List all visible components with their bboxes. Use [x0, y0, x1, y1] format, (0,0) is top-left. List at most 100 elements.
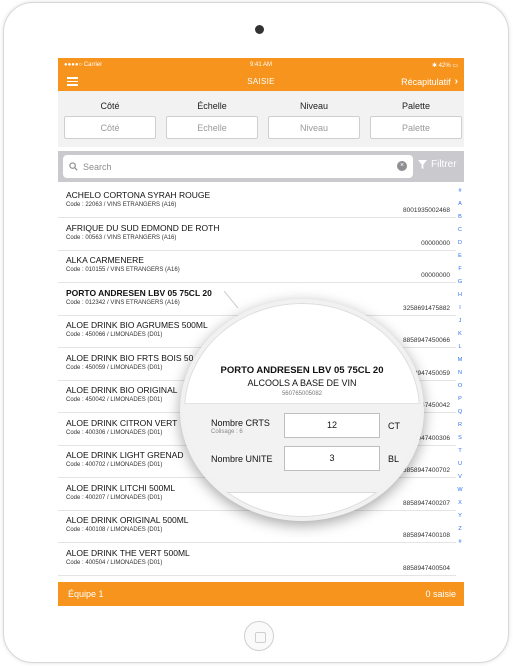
- product-code: Code : 450042 / LIMONADES (D01): [66, 397, 163, 403]
- unite-input[interactable]: 3: [284, 446, 380, 471]
- index-letter[interactable]: F: [456, 266, 464, 279]
- quantity-panel: PORTO ANDRESEN LBV 05 75CL 20 ALCOOLS A …: [184, 303, 420, 517]
- entry-count: 0 saisie: [425, 589, 456, 599]
- index-letter[interactable]: M: [456, 357, 464, 370]
- filter-cote: Côté Côté: [64, 91, 156, 139]
- product-code: Code : 012342 / VINS ETRANGERS (A16): [66, 299, 180, 306]
- crts-unit: CT: [388, 421, 400, 431]
- chevron-right-icon: ›: [454, 76, 458, 87]
- team-label[interactable]: Équipe 1: [68, 589, 104, 599]
- search-input[interactable]: Search ×: [63, 155, 413, 178]
- bluetooth-icon: ✱: [431, 63, 437, 69]
- filter-niveau: Niveau Niveau: [268, 91, 360, 139]
- index-letter[interactable]: O: [456, 383, 464, 396]
- home-button[interactable]: [244, 621, 274, 651]
- filter-echelle: Échelle Echelle: [166, 91, 258, 139]
- index-letter[interactable]: V: [456, 474, 464, 487]
- echelle-input[interactable]: Echelle: [166, 116, 258, 139]
- crts-input[interactable]: 12: [284, 413, 380, 438]
- index-letter[interactable]: X: [456, 500, 464, 513]
- product-code: Code : 400306 / LIMONADES (D01): [66, 429, 163, 436]
- index-letter[interactable]: G: [456, 279, 464, 292]
- index-letter[interactable]: Q: [456, 409, 464, 422]
- product-code: Code : 22063 / VINS ETRANGERS (A16): [66, 202, 177, 208]
- index-letter[interactable]: W: [456, 487, 464, 500]
- palette-input[interactable]: Palette: [370, 116, 462, 139]
- bottom-bar: Équipe 1 0 saisie: [58, 582, 464, 606]
- list-item[interactable]: ALOE DRINK THE VERT 500ML Code : 400504 /…: [58, 543, 456, 576]
- filter-button[interactable]: Filtrer: [418, 159, 457, 170]
- index-letter[interactable]: Y: [456, 513, 464, 526]
- cote-input[interactable]: Côté: [64, 116, 156, 139]
- filter-palette: Palette Palette: [370, 91, 462, 139]
- index-letter[interactable]: U: [456, 461, 464, 474]
- funnel-icon: [418, 160, 427, 169]
- status-time: 9:41 AM: [249, 62, 272, 68]
- index-letter[interactable]: P: [456, 396, 464, 409]
- product-code: Code : 400702 / LIMONADES (D01): [66, 462, 163, 468]
- list-item[interactable]: ACHELO CORTONA SYRAH ROUGE Code : 22063 /…: [58, 185, 456, 218]
- product-name: ALOE DRINK THE VERT 500ML: [66, 547, 190, 558]
- index-letter[interactable]: #: [456, 539, 464, 552]
- product-name: PORTO ANDRESEN LBV 05 75CL 20: [66, 287, 212, 298]
- index-letter[interactable]: R: [456, 422, 464, 435]
- index-letter[interactable]: E: [456, 253, 464, 266]
- product-code: Code : 010155 / VINS ETRANGERS (A16): [66, 267, 180, 273]
- index-letter[interactable]: I: [456, 305, 464, 318]
- index-letter[interactable]: K: [456, 331, 464, 344]
- battery-status: ✱ 42% ▭: [431, 63, 458, 69]
- product-name: ACHELO CORTONA SYRAH ROUGE: [66, 190, 211, 200]
- battery-icon: ▭: [452, 63, 458, 69]
- index-letter[interactable]: D: [456, 240, 464, 253]
- index-letter[interactable]: T: [456, 448, 464, 461]
- product-ean: 8858947400108: [403, 532, 450, 539]
- product-name: ALOE DRINK BIO FRTS BOIS 50: [66, 352, 194, 363]
- filter-label: Niveau: [299, 101, 328, 111]
- alphabet-index[interactable]: # A B C D E F G H I J K L M N O P Q R S T U V W X Y Z #: [456, 188, 464, 578]
- filter-label: Côté: [100, 101, 120, 111]
- product-name: ALOE DRINK BIO ORIGINAL: [66, 385, 178, 395]
- product-ean: 8001935002468: [403, 207, 450, 214]
- product-name: ALOE DRINK LITCHI 500ML: [66, 482, 176, 493]
- product-ean: 8858947400504: [403, 564, 450, 572]
- colisage-label: Colisage : 6: [211, 429, 243, 435]
- index-letter[interactable]: C: [456, 227, 464, 240]
- magnifier-detail: PORTO ANDRESEN LBV 05 75CL 20 ALCOOLS A …: [180, 299, 424, 521]
- unite-label: Nombre UNITE: [211, 454, 273, 464]
- product-name: ALKA CARMENERE: [66, 255, 144, 265]
- index-letter[interactable]: L: [456, 344, 464, 357]
- index-letter[interactable]: B: [456, 214, 464, 227]
- product-code: Code : 400504 / LIMONADES (D01): [66, 559, 163, 566]
- index-letter[interactable]: J: [456, 318, 464, 331]
- camera-icon: [255, 25, 264, 34]
- search-bar: Search × Filtrer: [58, 151, 464, 182]
- niveau-input[interactable]: Niveau: [268, 116, 360, 139]
- clear-icon[interactable]: ×: [397, 161, 407, 171]
- detail-ean: 560765005082: [281, 391, 323, 397]
- product-code: Code : 450059 / LIMONADES (D01): [66, 364, 163, 371]
- index-letter[interactable]: H: [456, 292, 464, 305]
- product-code: Code : 00563 / VINS ETRANGERS (A16): [66, 234, 177, 241]
- product-name: ALOE DRINK CITRON VERT: [66, 417, 178, 428]
- product-name: AFRIQUE DU SUD EDMOND DE ROTH: [66, 222, 220, 233]
- filter-label: Échelle: [197, 101, 227, 111]
- detail-title: PORTO ANDRESEN LBV 05 75CL 20: [220, 365, 384, 376]
- crts-label: Nombre CRTS: [211, 418, 270, 428]
- recap-button[interactable]: Récapitulatif ›: [401, 76, 458, 87]
- product-code: Code : 450066 / LIMONADES (D01): [66, 332, 163, 338]
- index-letter[interactable]: A: [456, 201, 464, 214]
- product-name: ALOE DRINK LIGHT GRENAD: [66, 450, 184, 460]
- product-ean: 00000000: [421, 239, 450, 247]
- list-item[interactable]: ALKA CARMENERE Code : 010155 / VINS ETRAN…: [58, 250, 456, 283]
- index-letter[interactable]: #: [456, 188, 464, 201]
- index-letter[interactable]: N: [456, 370, 464, 383]
- unite-unit: BL: [388, 454, 400, 464]
- index-letter[interactable]: S: [456, 435, 464, 448]
- search-icon: [69, 162, 78, 171]
- product-code: Code : 400108 / LIMONADES (D01): [66, 527, 163, 533]
- detail-category: ALCOOLS A BASE DE VIN: [247, 378, 357, 388]
- index-letter[interactable]: Z: [456, 526, 464, 539]
- search-placeholder: Search: [83, 161, 112, 172]
- product-ean: 00000000: [421, 272, 450, 279]
- list-item[interactable]: AFRIQUE DU SUD EDMOND DE ROTH Code : 0056…: [58, 218, 456, 251]
